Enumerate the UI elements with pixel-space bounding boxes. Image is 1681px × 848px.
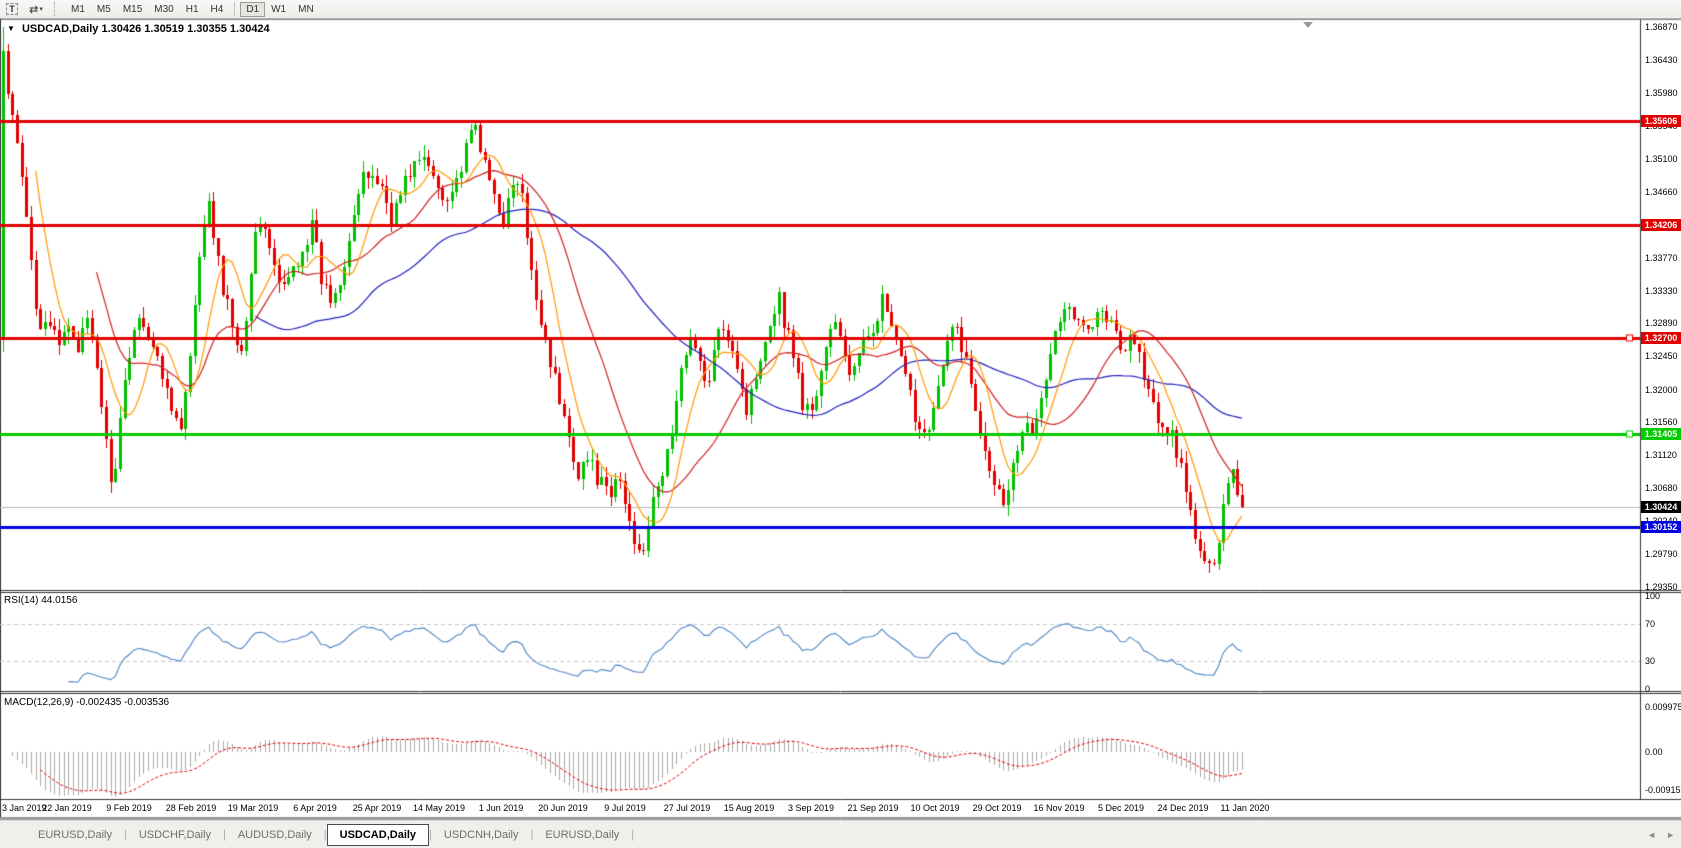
rsi-tick-label: 0 <box>1645 684 1650 694</box>
rsi-tick-label: 70 <box>1645 619 1655 629</box>
date-tick-label: 5 Dec 2019 <box>1098 803 1144 813</box>
tab-eurusd-daily[interactable]: EURUSD,Daily <box>533 825 631 845</box>
chart-shift-marker-icon[interactable] <box>1303 22 1313 28</box>
date-tick-label: 21 Sep 2019 <box>847 803 898 813</box>
hline-price-label: 1.30152 <box>1641 521 1681 533</box>
date-tick-label: 9 Feb 2019 <box>106 803 152 813</box>
current-price-label: 1.30424 <box>1641 501 1681 513</box>
date-tick-label: 10 Oct 2019 <box>910 803 959 813</box>
collapse-icon[interactable]: ▼ <box>7 24 15 33</box>
tab-scroll-controls: ◄ ► <box>1647 821 1675 848</box>
rsi-tick-label: 30 <box>1645 656 1655 666</box>
macd-tick-label: 0.00 <box>1645 747 1663 757</box>
hline-price-label: 1.31405 <box>1641 428 1681 440</box>
rsi-label: RSI(14) 44.0156 <box>4 595 77 606</box>
tab-usdcnh-daily[interactable]: USDCNH,Daily <box>432 825 531 845</box>
price-tick-label: 1.31560 <box>1645 417 1678 427</box>
tab-scroll-right-button[interactable]: ► <box>1666 830 1675 840</box>
date-tick-label: 6 Apr 2019 <box>293 803 337 813</box>
price-tick-label: 1.33330 <box>1645 286 1678 296</box>
rsi-tick-label: 100 <box>1645 591 1660 601</box>
price-tick-label: 1.32890 <box>1645 318 1678 328</box>
date-tick-label: 25 Apr 2019 <box>353 803 402 813</box>
tab-usdcad-daily[interactable]: USDCAD,Daily <box>327 824 429 846</box>
rsi-value: 44.0156 <box>41 595 77 606</box>
hline-price-label: 1.32700 <box>1641 332 1681 344</box>
price-tick-label: 1.32000 <box>1645 385 1678 395</box>
trading-terminal-window: T ⇄ ▾ M1M5M15M30H1H4D1W1MN ▼ USDCAD,Dail… <box>0 0 1681 848</box>
date-tick-label: 29 Oct 2019 <box>972 803 1021 813</box>
price-tick-label: 1.36430 <box>1645 55 1678 65</box>
price-tick-label: 1.29790 <box>1645 549 1678 559</box>
chart-ohlc-values: 1.30426 1.30519 1.30355 1.30424 <box>101 23 269 35</box>
date-tick-label: 3 Sep 2019 <box>788 803 834 813</box>
macd-label: MACD(12,26,9) -0.002435 -0.003536 <box>4 697 169 708</box>
chart-tab-bar: EURUSD,Daily|USDCHF,Daily|AUDUSD,Daily|U… <box>0 820 1681 848</box>
chart-symbol-label: USDCAD,Daily <box>22 23 98 35</box>
tab-eurusd-daily[interactable]: EURUSD,Daily <box>26 825 124 845</box>
date-tick-label: 16 Nov 2019 <box>1033 803 1084 813</box>
date-tick-label: 11 Jan 2020 <box>1221 803 1270 813</box>
hline-price-label: 1.35606 <box>1641 115 1681 127</box>
date-tick-label: 1 Jun 2019 <box>479 803 524 813</box>
date-tick-label: 27 Jul 2019 <box>664 803 711 813</box>
date-tick-label: 20 Jun 2019 <box>538 803 588 813</box>
tab-audusd-daily[interactable]: AUDUSD,Daily <box>226 825 324 845</box>
price-tick-label: 1.35100 <box>1645 154 1678 164</box>
tab-usdchf-daily[interactable]: USDCHF,Daily <box>127 825 223 845</box>
macd-values: -0.002435 -0.003536 <box>76 697 169 708</box>
tab-scroll-left-button[interactable]: ◄ <box>1647 830 1656 840</box>
macd-tick-label: 0.009975 <box>1645 702 1681 712</box>
price-tick-label: 1.33770 <box>1645 253 1678 263</box>
date-tick-label: 19 Mar 2019 <box>228 803 279 813</box>
date-tick-label: 24 Dec 2019 <box>1157 803 1208 813</box>
price-chart-canvas[interactable] <box>0 0 1681 848</box>
date-tick-label: 9 Jul 2019 <box>604 803 646 813</box>
price-tick-label: 1.32450 <box>1645 351 1678 361</box>
chart-title: ▼ USDCAD,Daily 1.30426 1.30519 1.30355 1… <box>7 23 270 35</box>
hline-price-label: 1.34206 <box>1641 219 1681 231</box>
date-tick-label: 3 Jan 2019 <box>2 803 47 813</box>
date-tick-label: 28 Feb 2019 <box>166 803 217 813</box>
date-tick-label: 22 Jan 2019 <box>42 803 92 813</box>
price-tick-label: 1.34660 <box>1645 187 1678 197</box>
date-tick-label: 15 Aug 2019 <box>724 803 775 813</box>
price-tick-label: 1.31120 <box>1645 450 1677 460</box>
price-tick-label: 1.30680 <box>1645 483 1678 493</box>
price-tick-label: 1.36870 <box>1645 22 1678 32</box>
date-tick-label: 14 May 2019 <box>413 803 465 813</box>
tabs-container: EURUSD,Daily|USDCHF,Daily|AUDUSD,Daily|U… <box>26 824 634 846</box>
price-tick-label: 1.35980 <box>1645 88 1678 98</box>
macd-tick-label: -0.00915 <box>1645 785 1681 795</box>
tab-separator: | <box>631 829 634 841</box>
